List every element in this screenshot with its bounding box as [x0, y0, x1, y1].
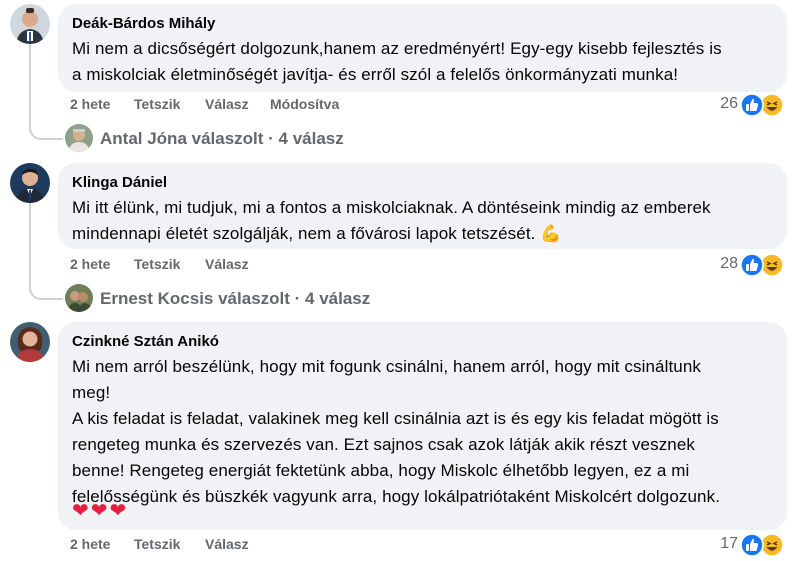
view-replies-link[interactable]: Antal Jóna válaszolt · 4 válasz — [100, 129, 344, 149]
comment-text-line: benne! Rengeteg energiát fektetünk abba,… — [72, 461, 690, 480]
avatar[interactable] — [10, 4, 50, 44]
reply-button[interactable]: Válasz — [205, 536, 249, 552]
reaction-count: 17 — [720, 535, 738, 552]
comment-author[interactable]: Klinga Dániel — [72, 173, 773, 193]
comment-text-line: rengeteg munka és szervezés van. Ezt saj… — [72, 435, 696, 454]
avatar[interactable] — [65, 284, 93, 312]
reaction-count: 26 — [720, 95, 738, 112]
reaction-count: 28 — [720, 255, 738, 272]
thread-line — [29, 44, 63, 140]
comment-text-line: Mi nem a dicsőségért dolgozunk,hanem az … — [72, 39, 722, 58]
reply-button[interactable]: Válasz — [205, 96, 249, 112]
comment-text-line: Mi nem arról beszélünk, hogy mit fogunk … — [72, 357, 701, 376]
edited-label: Módosítva — [270, 96, 340, 112]
avatar[interactable] — [65, 124, 93, 152]
comment-text-line: Mi itt élünk, mi tudjuk, mi a fontos a m… — [72, 198, 711, 217]
comment-actions: 2 hete Tetszik Válasz Módosítva — [70, 96, 470, 116]
like-reaction-icon — [740, 533, 764, 557]
avatar[interactable] — [10, 163, 50, 203]
comment-text: Mi nem a dicsőségért dolgozunk,hanem az … — [72, 36, 773, 88]
comment-author[interactable]: Deák-Bárdos Mihály — [72, 14, 773, 34]
avatar[interactable] — [10, 322, 50, 362]
comment-timestamp[interactable]: 2 hete — [70, 256, 110, 272]
comment-bubble: Czinkné Sztán Anikó Mi nem arról beszélü… — [58, 322, 787, 530]
view-replies-link[interactable]: Ernest Kocsis válaszolt · 4 válasz — [100, 289, 370, 309]
comment-text-line: A kis feladat is feladat, valakinek meg … — [72, 409, 719, 428]
comment-text: Mi nem arról beszélünk, hogy mit fogunk … — [72, 354, 773, 510]
reaction-summary[interactable]: 26 — [700, 93, 784, 117]
like-button[interactable]: Tetszik — [134, 96, 180, 112]
reaction-summary[interactable]: 28 — [700, 253, 784, 277]
comment-actions: 2 hete Tetszik Válasz — [70, 536, 470, 556]
reply-button[interactable]: Válasz — [205, 256, 249, 272]
comment-timestamp[interactable]: 2 hete — [70, 96, 110, 112]
like-button[interactable]: Tetszik — [134, 536, 180, 552]
reaction-summary[interactable]: 17 — [700, 533, 784, 557]
comment-bubble: Klinga Dániel Mi itt élünk, mi tudjuk, m… — [58, 163, 787, 249]
comment-text-line: felelősségünk és büszkék vagyunk arra, h… — [72, 487, 721, 506]
like-reaction-icon — [740, 93, 764, 117]
like-reaction-icon — [740, 253, 764, 277]
comment-author[interactable]: Czinkné Sztán Anikó — [72, 332, 773, 352]
heart-emojis: ❤❤❤ — [72, 500, 129, 522]
comment-text: Mi itt élünk, mi tudjuk, mi a fontos a m… — [72, 195, 773, 247]
comment-actions: 2 hete Tetszik Válasz — [70, 256, 470, 276]
comment-bubble: Deák-Bárdos Mihály Mi nem a dicsőségért … — [58, 4, 787, 92]
comment-timestamp[interactable]: 2 hete — [70, 536, 110, 552]
thread-line — [29, 203, 63, 300]
like-button[interactable]: Tetszik — [134, 256, 180, 272]
comment-text-line: a miskolciak életminőségét javítja- és e… — [72, 65, 679, 84]
comment-text-line: mindennapi életét szolgálják, nem a fővá… — [72, 224, 562, 243]
comment-text-line: meg! — [72, 383, 111, 402]
